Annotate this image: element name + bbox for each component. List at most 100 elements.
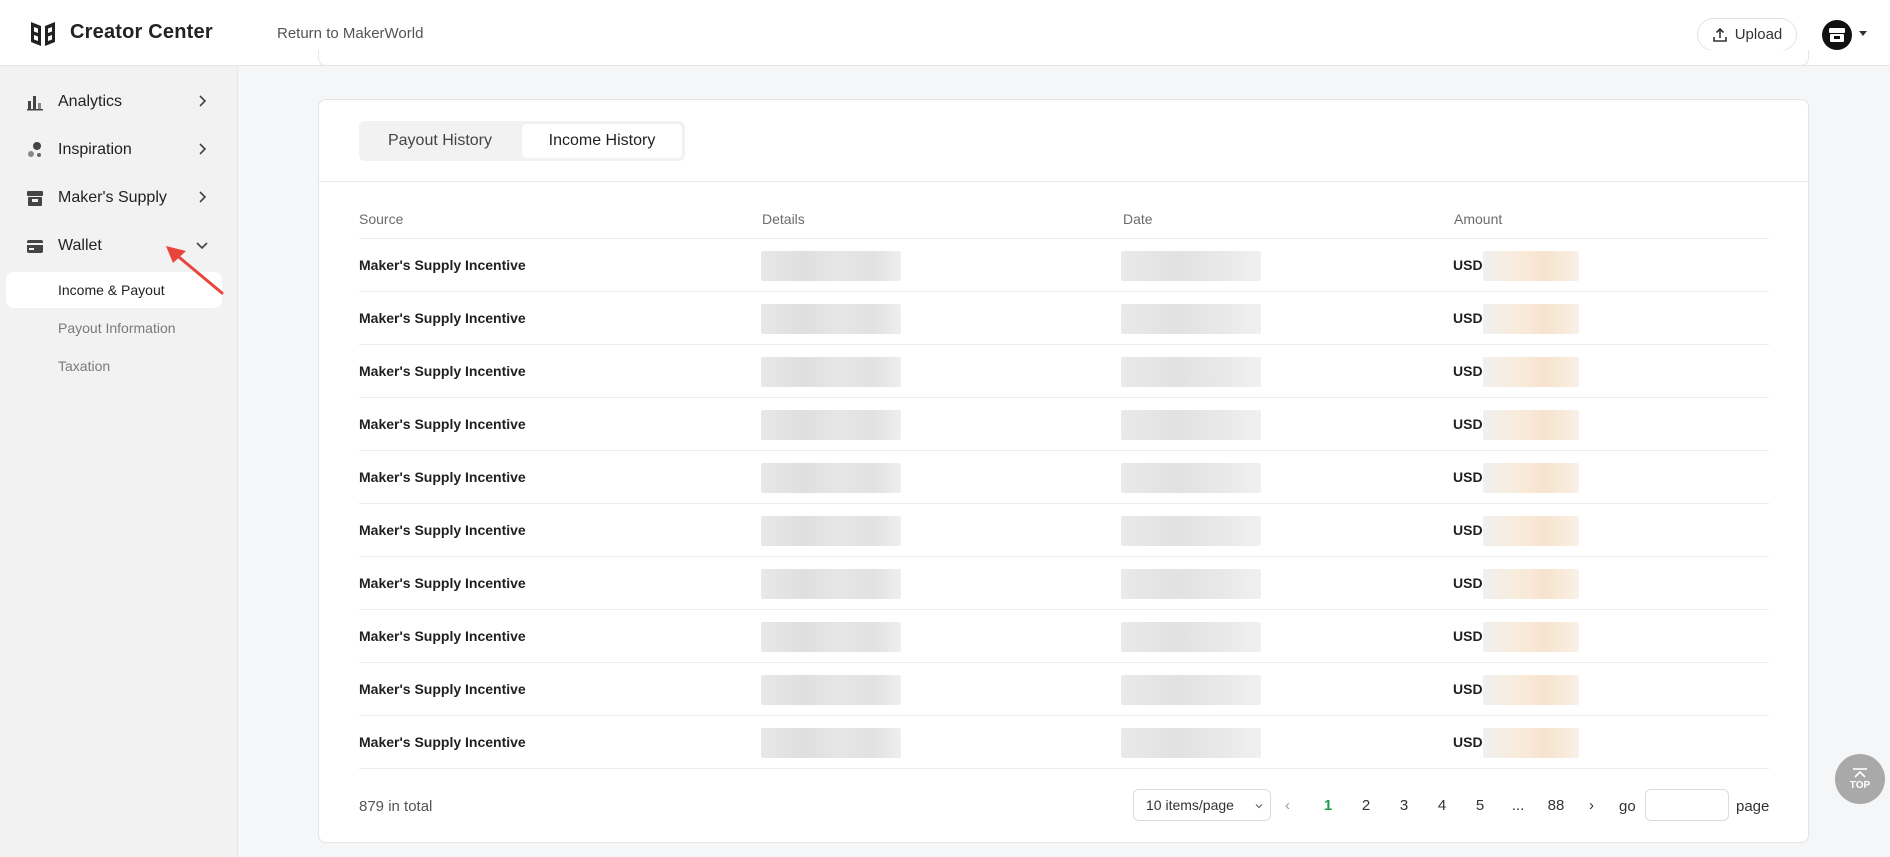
- back-to-top-label: TOP: [1849, 779, 1871, 791]
- table-row: Maker's Supply Incentive USD: [359, 557, 1769, 610]
- sidebar-subitem-label: Income & Payout: [58, 282, 165, 298]
- table-row: Maker's Supply Incentive USD: [359, 716, 1769, 769]
- source-cell: Maker's Supply Incentive: [359, 257, 526, 273]
- blurred-amount-cell: [1483, 675, 1579, 705]
- blurred-date-cell: [1121, 304, 1261, 334]
- currency-cell: USD: [1453, 310, 1483, 326]
- source-cell: Maker's Supply Incentive: [359, 363, 526, 379]
- blurred-amount-cell: [1483, 728, 1579, 758]
- blurred-date-cell: [1121, 569, 1261, 599]
- avatar[interactable]: [1822, 20, 1852, 50]
- sidebar-item-label: Analytics: [58, 93, 123, 110]
- go-to-page-input[interactable]: [1645, 789, 1729, 821]
- blurred-details-cell: [761, 304, 901, 334]
- blurred-details-cell: [761, 251, 901, 281]
- sidebar-item-label: Maker's Supply: [58, 189, 167, 206]
- source-cell: Maker's Supply Incentive: [359, 681, 526, 697]
- source-cell: Maker's Supply Incentive: [359, 416, 526, 432]
- blurred-date-cell: [1121, 622, 1261, 652]
- blurred-date-cell: [1121, 675, 1261, 705]
- currency-cell: USD: [1453, 681, 1483, 697]
- blurred-date-cell: [1121, 516, 1261, 546]
- sidebar-item-inspiration[interactable]: Inspiration: [0, 128, 238, 172]
- tab-income-history[interactable]: Income History: [522, 124, 682, 158]
- wallet-icon: [27, 240, 43, 253]
- currency-cell: USD: [1453, 575, 1483, 591]
- currency-cell: USD: [1453, 628, 1483, 644]
- page-size-value: 10 items/page: [1146, 797, 1234, 813]
- blurred-amount-cell: [1483, 569, 1579, 599]
- blurred-amount-cell: [1483, 410, 1579, 440]
- prev-page-button[interactable]: ‹: [1285, 797, 1290, 814]
- table-row: Maker's Supply Incentive USD: [359, 504, 1769, 557]
- sidebar-subitem-label: Payout Information: [58, 320, 176, 336]
- blurred-amount-cell: [1483, 463, 1579, 493]
- blurred-details-cell: [761, 622, 901, 652]
- sidebar-item-analytics[interactable]: Analytics: [0, 80, 238, 124]
- page-label: page: [1736, 798, 1770, 815]
- source-cell: Maker's Supply Incentive: [359, 575, 526, 591]
- upload-icon: [1712, 27, 1727, 42]
- chevron-down-icon: [1255, 804, 1263, 809]
- arrow-up-icon: [1853, 767, 1867, 778]
- table-row: Maker's Supply Incentive USD: [359, 239, 1769, 292]
- store-icon: [27, 191, 43, 206]
- blurred-date-cell: [1121, 357, 1261, 387]
- blurred-amount-cell: [1483, 516, 1579, 546]
- tab-payout-history[interactable]: Payout History: [362, 124, 518, 158]
- sidebar: Analytics Inspiration Maker's Supply Wal…: [0, 66, 238, 857]
- table-row: Maker's Supply Incentive USD: [359, 610, 1769, 663]
- table-row: Maker's Supply Incentive USD: [359, 451, 1769, 504]
- page-button-3[interactable]: 3: [1392, 797, 1416, 814]
- makerworld-logo-icon[interactable]: [28, 19, 58, 49]
- table-row: Maker's Supply Incentive USD: [359, 292, 1769, 345]
- store-avatar-icon: [1829, 28, 1845, 42]
- page-button-1[interactable]: 1: [1316, 797, 1340, 814]
- blurred-date-cell: [1121, 251, 1261, 281]
- next-page-button[interactable]: ›: [1589, 797, 1594, 814]
- blurred-details-cell: [761, 569, 901, 599]
- blurred-details-cell: [761, 516, 901, 546]
- blurred-details-cell: [761, 410, 901, 440]
- page-button-4[interactable]: 4: [1430, 797, 1454, 814]
- source-cell: Maker's Supply Incentive: [359, 469, 526, 485]
- income-history-card: Payout History Income History Source Det…: [318, 99, 1809, 843]
- column-header-date: Date: [1123, 211, 1153, 227]
- sidebar-item-makers-supply[interactable]: Maker's Supply: [0, 176, 238, 220]
- card-divider: [319, 181, 1808, 182]
- source-cell: Maker's Supply Incentive: [359, 628, 526, 644]
- table-row: Maker's Supply Incentive USD: [359, 345, 1769, 398]
- blurred-date-cell: [1121, 728, 1261, 758]
- blurred-amount-cell: [1483, 622, 1579, 652]
- page-button-5[interactable]: 5: [1468, 797, 1492, 814]
- column-header-details: Details: [762, 211, 805, 227]
- blurred-details-cell: [761, 675, 901, 705]
- row-divider: [359, 768, 1769, 769]
- currency-cell: USD: [1453, 416, 1483, 432]
- column-header-source: Source: [359, 211, 404, 227]
- sidebar-item-label: Wallet: [58, 237, 102, 254]
- blurred-details-cell: [761, 728, 901, 758]
- annotation-arrow-icon: [166, 246, 224, 295]
- page-button-2[interactable]: 2: [1354, 797, 1378, 814]
- currency-cell: USD: [1453, 469, 1483, 485]
- sidebar-subitem-payout-information[interactable]: Payout Information: [6, 310, 222, 346]
- currency-cell: USD: [1453, 734, 1483, 750]
- page-button-88[interactable]: 88: [1544, 797, 1568, 814]
- return-to-makerworld-link[interactable]: Return to MakerWorld: [277, 25, 423, 42]
- upload-button[interactable]: Upload: [1697, 18, 1797, 51]
- page-size-select[interactable]: 10 items/page: [1133, 789, 1271, 821]
- page-ellipsis[interactable]: ...: [1506, 797, 1530, 814]
- chevron-right-icon: [199, 191, 207, 203]
- blurred-date-cell: [1121, 410, 1261, 440]
- source-cell: Maker's Supply Incentive: [359, 310, 526, 326]
- total-count: 879 in total: [359, 798, 433, 815]
- sidebar-subitem-taxation[interactable]: Taxation: [6, 348, 222, 384]
- chevron-right-icon: [199, 95, 207, 107]
- previous-card-edge: [318, 50, 1809, 66]
- currency-cell: USD: [1453, 257, 1483, 273]
- sidebar-subitem-label: Taxation: [58, 358, 111, 374]
- sidebar-item-label: Inspiration: [58, 141, 132, 158]
- account-dropdown-caret-icon[interactable]: [1859, 31, 1867, 36]
- back-to-top-button[interactable]: TOP: [1835, 754, 1885, 804]
